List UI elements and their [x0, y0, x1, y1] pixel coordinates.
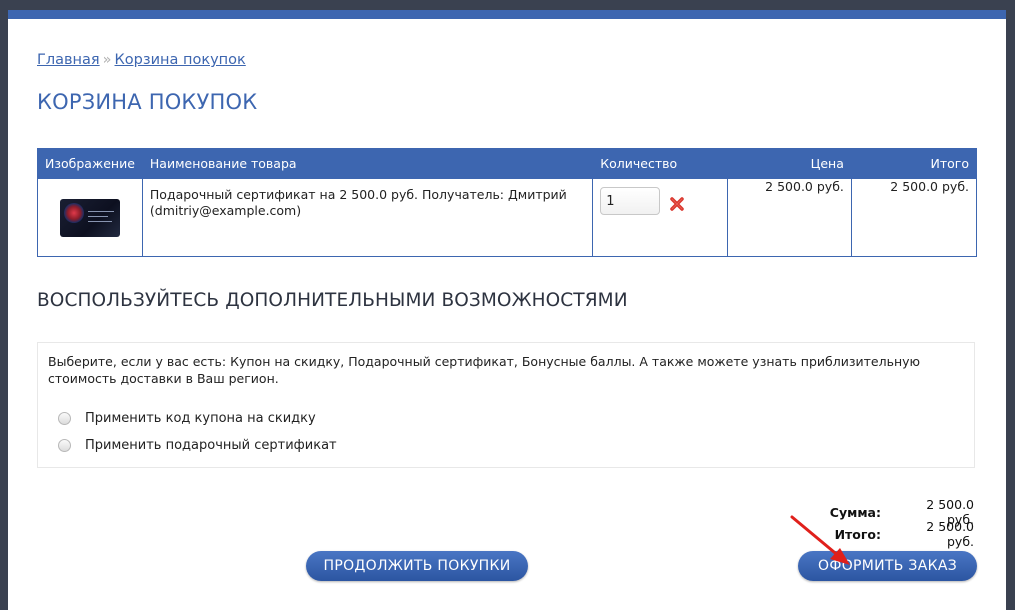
header-image: Изображение	[37, 148, 143, 179]
gift-certificate-option[interactable]: Применить подарочный сертификат	[58, 438, 337, 453]
gift-certificate-radio[interactable]	[58, 439, 71, 452]
gift-certificate-option-label[interactable]: Применить подарочный сертификат	[85, 438, 337, 453]
breadcrumb-separator: »	[102, 52, 112, 68]
extras-description: Выберите, если у вас есть: Купон на скид…	[48, 354, 921, 386]
remove-x-icon[interactable]	[669, 196, 685, 212]
coupon-option-label[interactable]: Применить код купона на скидку	[85, 411, 316, 426]
table-row: Подарочный сертификат на 2 500.0 руб. По…	[37, 178, 978, 257]
gift-certificate-card-image[interactable]	[59, 198, 120, 237]
price-cell: 2 500.0 руб.	[726, 178, 852, 257]
header-total: Итого	[850, 148, 978, 179]
breadcrumb: Главная» Корзина покупок	[37, 52, 246, 68]
header-product-name: Наименование товара	[141, 148, 594, 179]
extras-panel: Выберите, если у вас есть: Купон на скид…	[37, 342, 975, 468]
total-cell: 2 500.0 руб.	[850, 178, 978, 257]
cart-table-header-row: Изображение Наименование товара Количест…	[37, 148, 978, 179]
coupon-option[interactable]: Применить код купона на скидку	[58, 411, 316, 426]
continue-shopping-button[interactable]: ПРОДОЛЖИТЬ ПОКУПКИ	[306, 551, 528, 581]
header-quantity: Количество	[592, 148, 728, 179]
product-name-cell: Подарочный сертификат на 2 500.0 руб. По…	[141, 178, 594, 257]
quantity-cell	[592, 178, 728, 257]
total-value: 2 500.0 руб.	[926, 519, 974, 549]
quantity-input[interactable]	[600, 187, 661, 215]
red-arrow-annotation-icon	[790, 515, 850, 565]
breadcrumb-home-link[interactable]: Главная	[37, 52, 100, 68]
product-name[interactable]: Подарочный сертификат на 2 500.0 руб. По…	[150, 179, 585, 219]
breadcrumb-cart-link[interactable]: Корзина покупок	[115, 52, 246, 68]
cart-table: Изображение Наименование товара Количест…	[37, 148, 978, 257]
page: Главная» Корзина покупок КОРЗИНА ПОКУПОК …	[8, 10, 1006, 610]
header-price: Цена	[726, 148, 852, 179]
top-bar	[8, 10, 1006, 19]
product-image-cell	[37, 178, 143, 257]
page-title: КОРЗИНА ПОКУПОК	[37, 90, 258, 114]
coupon-radio[interactable]	[58, 412, 71, 425]
extras-title: ВОСПОЛЬЗУЙТЕСЬ ДОПОЛНИТЕЛЬНЫМИ ВОЗМОЖНОС…	[37, 290, 628, 311]
